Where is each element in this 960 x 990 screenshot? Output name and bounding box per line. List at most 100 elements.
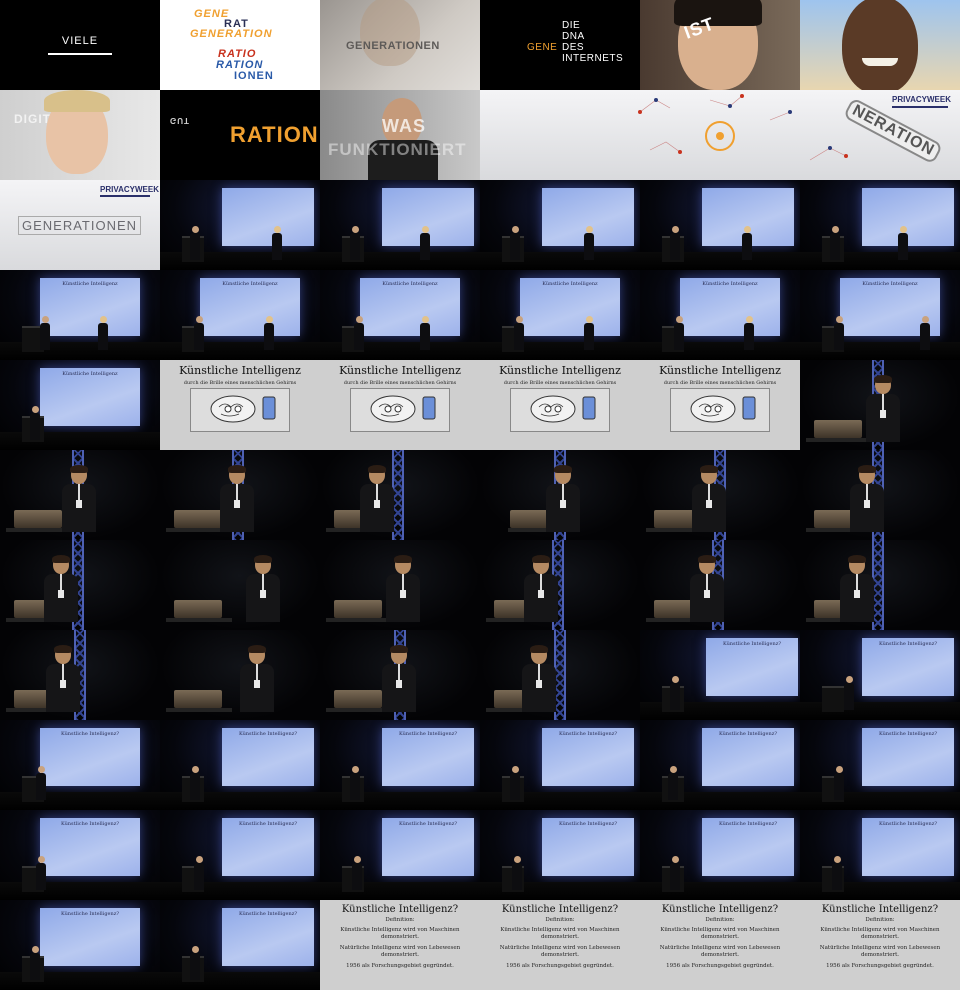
intro-portrait-man-tile xyxy=(800,0,960,90)
stage-thumb: Künstliche Intelligenz? xyxy=(0,720,160,810)
dna-gene-text: GENE xyxy=(527,42,558,53)
definition-line-1b: demonstriert. xyxy=(860,934,900,940)
intro-ration-tile: GUT RATION xyxy=(160,90,320,180)
intro-generationen-tile: GENERATIONEN xyxy=(320,0,480,90)
slide-definition-thumb: Künstliche Intelligenz? Definition: Küns… xyxy=(480,900,640,990)
slide-definition-thumb: Künstliche Intelligenz? Definition: Küns… xyxy=(640,900,800,990)
stage-thumb: Künstliche Intelligenz? xyxy=(640,720,800,810)
stage-thumb: Künstliche Intelligenz? xyxy=(320,720,480,810)
slide-subtitle: durch die Brille eines menschlichen Gehi… xyxy=(343,380,457,386)
stage-thumb: Künstliche Intelligenz xyxy=(0,360,160,450)
stage-thumb: Künstliche Intelligenz xyxy=(800,270,960,360)
definition-line-3: 1956 als Forschungsgebiet gegründet. xyxy=(346,963,454,969)
speaker-closeup-thumb xyxy=(320,450,480,540)
brain-phone-icon xyxy=(210,395,276,423)
slide-subtitle: durch die Brille eines menschlichen Gehi… xyxy=(503,380,617,386)
logo-bar xyxy=(892,106,948,108)
stage-thumb: Künstliche Intelligenz? xyxy=(160,810,320,900)
stage-thumb: Künstliche Intelligenz xyxy=(480,270,640,360)
speaker-closeup-thumb xyxy=(320,630,480,720)
generationen-text: GENERATIONEN xyxy=(18,216,142,235)
definition-line-3: 1956 als Forschungsgebiet gegründet. xyxy=(666,963,774,969)
speaker-closeup-thumb xyxy=(320,540,480,630)
word-ionen: IONEN xyxy=(234,70,274,82)
speaker-closeup-thumb xyxy=(0,450,160,540)
stage-thumb: Künstliche Intelligenz? xyxy=(320,810,480,900)
definition-label: Definition: xyxy=(705,917,735,923)
speaker-closeup-thumb xyxy=(480,450,640,540)
slide-ki-thumb: Künstliche Intelligenz durch die Brille … xyxy=(640,360,800,450)
brain-illustration xyxy=(350,388,450,432)
definition-line-1: Künstliche Intelligenz wird von Maschine… xyxy=(660,927,780,933)
brain-phone-icon xyxy=(530,395,596,423)
stage-thumb xyxy=(160,180,320,270)
mirrored-text: GUT xyxy=(170,116,190,125)
stage-thumb: Künstliche Intelligenz? xyxy=(640,630,800,720)
definition-line-3: 1956 als Forschungsgebiet gegründet. xyxy=(826,963,934,969)
speaker-closeup-thumb xyxy=(160,540,320,630)
definition-label: Definition: xyxy=(545,917,575,923)
stage-thumb: Künstliche Intelligenz xyxy=(320,270,480,360)
slide-title: Künstliche Intelligenz? xyxy=(821,904,939,915)
stage-thumb: Künstliche Intelligenz? xyxy=(800,720,960,810)
hair-shape xyxy=(44,90,110,112)
slide-title: Künstliche Intelligenz xyxy=(499,364,621,377)
definition-line-2: Natürliche Intelligenz wird von Lebewese… xyxy=(339,945,461,951)
dna-line-die: DIE xyxy=(562,20,581,31)
intro-generation-words-tile: GENE RAT GENERATION RATIO RATION IONEN xyxy=(160,0,320,90)
stage-thumb: Künstliche Intelligenz? xyxy=(0,810,160,900)
speaker-closeup-thumb xyxy=(800,450,960,540)
speaker-closeup-thumb xyxy=(480,630,640,720)
definition-line-1b: demonstriert. xyxy=(700,934,740,940)
stage-thumb: Künstliche Intelligenz? xyxy=(800,810,960,900)
slide-title: Künstliche Intelligenz? xyxy=(501,904,619,915)
speaker-closeup-thumb xyxy=(0,630,160,720)
slide-title: Künstliche Intelligenz xyxy=(339,364,461,377)
stage-thumb: Künstliche Intelligenz xyxy=(640,270,800,360)
definition-line-2b: demonstriert. xyxy=(700,952,740,958)
slide-title: Künstliche Intelligenz xyxy=(659,364,781,377)
generationen-text: GENERATIONEN xyxy=(346,40,440,52)
definition-line-2: Natürliche Intelligenz wird von Lebewese… xyxy=(659,945,781,951)
definition-line-2: Natürliche Intelligenz wird von Lebewese… xyxy=(499,945,621,951)
intro-privacyweek-tile: PRIVACYWEEK NERATION xyxy=(480,90,960,180)
funktioniert-text: FUNKTIONIERT xyxy=(328,140,467,159)
stage-thumb: Künstliche Intelligenz? xyxy=(0,900,160,990)
stage-thumb: Künstliche Intelligenz xyxy=(0,270,160,360)
privacyweek-logo: PRIVACYWEEK xyxy=(100,185,159,194)
slide-ki-thumb: Künstliche Intelligenz durch die Brille … xyxy=(480,360,640,450)
privacyweek-logo: PRIVACYWEEK xyxy=(892,95,951,104)
stage-thumb: Künstliche Intelligenz? xyxy=(480,810,640,900)
slide-subtitle: durch die Brille eines menschlichen Gehi… xyxy=(663,380,777,386)
logo-bar xyxy=(100,195,150,197)
stage-thumb xyxy=(480,180,640,270)
stage-thumb: Künstliche Intelligenz? xyxy=(480,720,640,810)
speaker-closeup-thumb xyxy=(160,630,320,720)
definition-line-2b: demonstriert. xyxy=(860,952,900,958)
thumbnail-grid: VIELE GENE RAT GENERATION RATIO RATION I… xyxy=(0,0,960,990)
definition-line-1: Künstliche Intelligenz wird von Maschine… xyxy=(500,927,620,933)
ration-text: RATION xyxy=(230,122,319,147)
intro-digital-tile: DIGITAL xyxy=(0,90,160,180)
intro-viele-tile: VIELE xyxy=(0,0,160,90)
dna-line-des: DES xyxy=(562,42,585,53)
portrait-photo xyxy=(360,0,420,66)
definition-line-1: Künstliche Intelligenz wird von Maschine… xyxy=(820,927,940,933)
definition-label: Definition: xyxy=(385,917,415,923)
dna-lines: DIE DNA DES INTERNETS xyxy=(562,20,623,64)
speaker-closeup-thumb xyxy=(640,450,800,540)
viele-text: VIELE xyxy=(61,35,99,47)
slide-ki-thumb: Künstliche Intelligenz durch die Brille … xyxy=(320,360,480,450)
slide-title: Künstliche Intelligenz xyxy=(179,364,301,377)
stage-thumb: Künstliche Intelligenz? xyxy=(160,720,320,810)
definition-line-2: Natürliche Intelligenz wird von Lebewese… xyxy=(819,945,941,951)
dna-line-dna: DNA xyxy=(562,31,585,42)
stage-thumb xyxy=(320,180,480,270)
speaker-closeup-thumb xyxy=(480,540,640,630)
stage-thumb xyxy=(800,180,960,270)
slide-definition-thumb: Künstliche Intelligenz? Definition: Küns… xyxy=(800,900,960,990)
definition-line-1b: demonstriert. xyxy=(540,934,580,940)
intro-privacyweek-generationen-tile: PRIVACYWEEK GENERATIONEN xyxy=(0,180,160,270)
intro-dna-tile: GENE DIE DNA DES INTERNETS xyxy=(480,0,640,90)
definition-line-1: Künstliche Intelligenz wird von Maschine… xyxy=(340,927,460,933)
